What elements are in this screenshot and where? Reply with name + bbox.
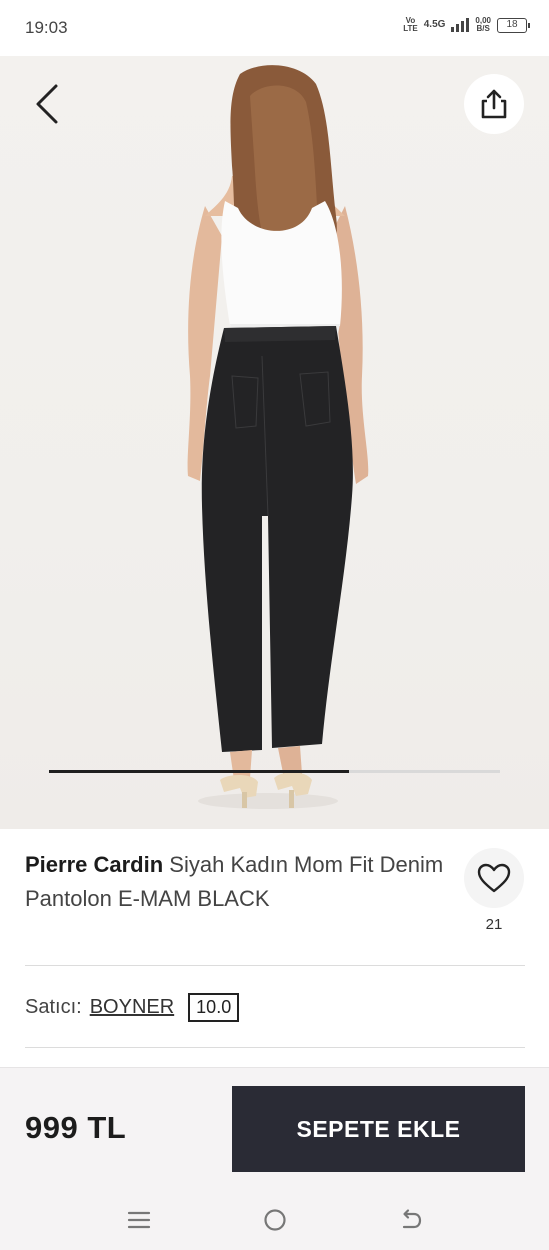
status-bar: 19:03 Vo LTE 4.5G 0,00 B/S 18 [0, 0, 549, 56]
system-nav-bar [0, 1187, 549, 1250]
product-brand: Pierre Cardin [25, 852, 164, 877]
product-title: Pierre Cardin Siyah Kadın Mom Fit Denim … [25, 848, 445, 916]
purchase-bar: 999 TL SEPETE EKLE [0, 1067, 549, 1187]
battery-icon: 18 [497, 17, 530, 33]
data-rate: 0,00 B/S [475, 16, 491, 33]
home-circle-icon [264, 1209, 286, 1231]
seller-link[interactable]: BOYNER [90, 996, 174, 1019]
nav-menu-button[interactable] [124, 1205, 154, 1235]
volte-indicator: Vo LTE [403, 16, 418, 33]
signal-icon [451, 18, 470, 32]
back-button[interactable] [28, 82, 68, 126]
heart-icon [477, 863, 511, 893]
network-type: 4.5G [423, 19, 446, 30]
price: 999 TL [25, 1110, 127, 1145]
divider [25, 965, 525, 966]
nav-home-button[interactable] [260, 1205, 290, 1235]
seller-score-badge: 10.0 [188, 992, 240, 1022]
nav-back-button[interactable] [396, 1205, 426, 1235]
share-icon [481, 89, 507, 119]
favorite-count: 21 [485, 916, 503, 933]
seller-row: Satıcı: BOYNER 10.0 [25, 990, 240, 1024]
carousel-progress [49, 770, 500, 773]
carousel-progress-fill [49, 770, 349, 773]
product-photo [187, 65, 369, 809]
status-icons: Vo LTE 4.5G 0,00 B/S 18 [403, 16, 530, 33]
seller-label: Satıcı: [25, 995, 82, 1018]
share-button[interactable] [464, 74, 524, 134]
menu-icon [127, 1211, 151, 1229]
add-to-cart-button[interactable]: SEPETE EKLE [232, 1086, 525, 1172]
status-time: 19:03 [25, 18, 68, 37]
back-arrow-icon [402, 1209, 422, 1229]
product-image-carousel[interactable] [0, 56, 549, 829]
divider [25, 1047, 525, 1048]
favorite-button[interactable] [464, 848, 524, 908]
chevron-left-icon [36, 84, 58, 124]
